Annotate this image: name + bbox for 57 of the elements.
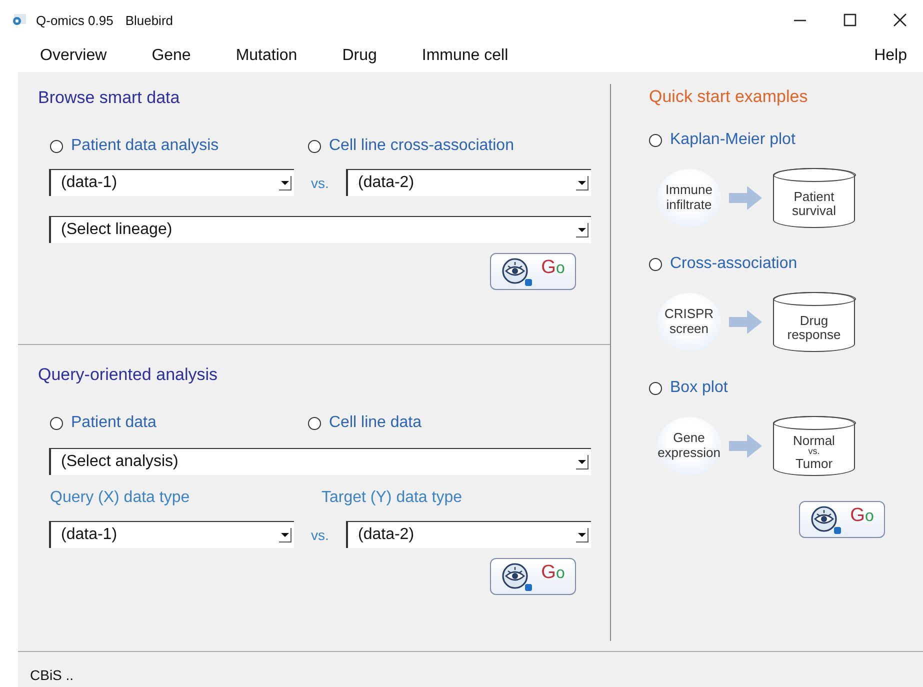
app-icon [12, 14, 26, 26]
dropdown[interactable]: (data-2) [346, 169, 591, 196]
dropdown[interactable]: (Select lineage) [49, 216, 591, 243]
dropdown[interactable]: (data-1) [49, 169, 294, 196]
radio-label[interactable]: Cell line data [329, 414, 422, 432]
go-button[interactable]: Go [490, 558, 576, 595]
field-label: Query (X) data type [50, 489, 191, 508]
go-button[interactable]: Go [490, 253, 576, 290]
arrow-icon [729, 185, 763, 211]
database-cylinder: Drug response [773, 292, 855, 352]
section-title: Browse smart data [38, 88, 181, 109]
source-bubble: Immune infiltrate [657, 169, 721, 227]
radio-button[interactable] [649, 134, 662, 146]
source-bubble: CRISPR screen [657, 293, 721, 351]
source-bubble: Gene expression [657, 417, 721, 475]
arrow-icon [729, 433, 763, 459]
database-cylinder: Patient survival [773, 168, 855, 228]
radio-label[interactable]: Kaplan-Meier plot [670, 131, 796, 149]
vs-label: vs. [310, 526, 330, 542]
menu-item[interactable]: Drug [342, 47, 377, 65]
menu-item[interactable]: Help [874, 47, 907, 65]
dropdown-arrow-icon[interactable] [575, 175, 589, 191]
window-subtitle: Bluebird [125, 12, 174, 28]
dropdown[interactable]: (Select analysis) [49, 448, 591, 475]
radio-button[interactable] [308, 140, 321, 152]
dropdown-arrow-icon[interactable] [278, 175, 292, 191]
go-button[interactable]: Go [799, 501, 885, 538]
close-icon[interactable] [893, 13, 907, 27]
arrow-icon [729, 309, 763, 335]
dropdown-arrow-icon[interactable] [575, 454, 589, 470]
radio-label[interactable]: Patient data [71, 414, 156, 432]
field-label: Target (Y) data type [322, 489, 464, 508]
section-title: Quick start examples [649, 87, 809, 108]
status-text: CBiS .. [30, 667, 74, 683]
radio-label[interactable]: Cross-association [670, 255, 798, 273]
window-title: Q-omics 0.95 [36, 12, 114, 28]
menu-item[interactable]: Immune cell [422, 47, 508, 65]
dropdown-arrow-icon[interactable] [575, 527, 589, 543]
radio-button[interactable] [50, 416, 63, 430]
radio-button[interactable] [649, 258, 662, 270]
dropdown-arrow-icon[interactable] [575, 222, 589, 238]
menu-item[interactable]: Overview [40, 47, 107, 65]
maximize-icon[interactable] [843, 13, 857, 27]
dropdown-arrow-icon[interactable] [278, 527, 292, 543]
vs-label: vs. [310, 174, 330, 190]
section-title: Query-oriented analysis [38, 365, 219, 386]
menu-item[interactable]: Gene [152, 47, 191, 65]
dropdown[interactable]: (data-2) [346, 521, 591, 548]
radio-button[interactable] [649, 382, 662, 394]
database-cylinder: Normal vs. Tumor [773, 416, 855, 476]
radio-label[interactable]: Cell line cross-association [329, 137, 514, 155]
menu-item[interactable]: Mutation [236, 47, 298, 65]
radio-label[interactable]: Patient data analysis [71, 137, 219, 155]
radio-label[interactable]: Box plot [670, 379, 728, 397]
radio-button[interactable] [50, 140, 63, 152]
radio-button[interactable] [308, 416, 321, 430]
dropdown[interactable]: (data-1) [49, 521, 294, 548]
